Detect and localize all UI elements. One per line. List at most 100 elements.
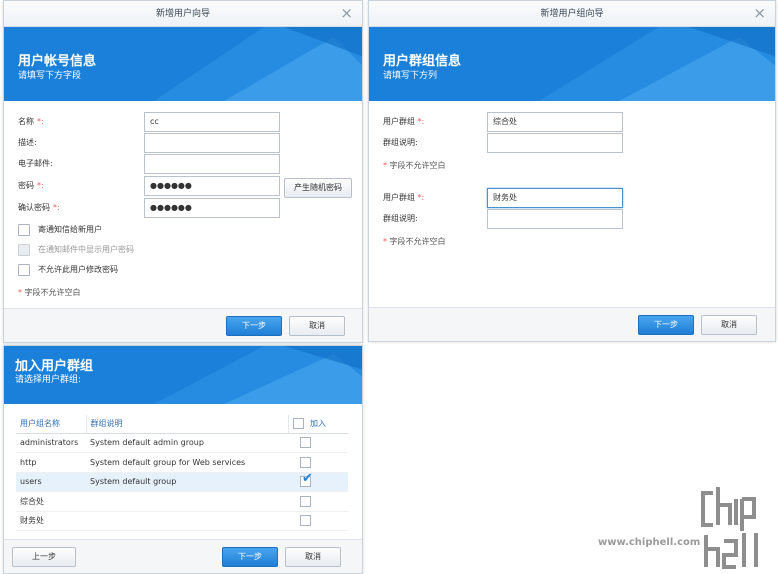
required-note: * 字段不允许空白	[383, 236, 446, 247]
group-name-cell: http	[16, 452, 86, 473]
required-star: *	[18, 288, 22, 297]
field-label-text: 密码	[18, 181, 34, 190]
join-cell	[288, 452, 348, 473]
table-row[interactable]: 综合处	[16, 491, 348, 512]
wizard-footer: 上一步 下一步 取消	[4, 539, 362, 573]
window-title: 新增用户组向导	[540, 9, 604, 19]
join-group-wizard-window: 加入用户群组 请选择用户群组: 用户组名称 群组说明 加入 administra…	[3, 345, 363, 574]
field-label: 确认密码 *:	[18, 198, 60, 218]
required-star: *:	[37, 181, 44, 190]
create-user-wizard-window: 新增用户向导 × 用户帐号信息 请填写下方字段 名称 *: cc 描述: 电子邮件: 密码…	[3, 0, 363, 343]
group-desc-input[interactable]	[487, 133, 623, 153]
group-desc-input[interactable]	[487, 209, 623, 229]
group-desc-cell: System default group	[86, 472, 288, 492]
field-label: 电子邮件:	[18, 154, 53, 174]
field-input[interactable]: ●●●●●●	[144, 176, 280, 196]
group-name-cell: 财务处	[16, 511, 86, 531]
required-note-text: 字段不允许空白	[389, 237, 446, 246]
checkbox-disallow-change-password[interactable]	[18, 264, 30, 276]
field-label-text: 电子邮件:	[18, 159, 53, 168]
field-label-text: 名称	[18, 117, 34, 126]
watermark-url: www.chiphell.com	[598, 537, 701, 548]
group-desc-cell: System default admin group	[86, 433, 288, 453]
wizard-footer: 下一步 取消	[369, 307, 775, 341]
group-desc-cell: System default group for Web services	[86, 452, 288, 473]
join-cell	[288, 433, 348, 453]
table-row[interactable]: 财务处	[16, 511, 348, 531]
window-title: 新增用户向导	[155, 9, 210, 19]
checkbox-disallow-change-password-label: 不允许此用户修改密码	[38, 265, 118, 274]
checkbox-notify-user-label: 寄通知信给新用户	[38, 225, 102, 234]
group-name-label: 用户群组 *:	[383, 112, 424, 132]
wizard-banner: 用户群组信息 请填写下方列	[369, 27, 775, 101]
join-checkbox[interactable]	[300, 456, 311, 468]
group-table: 用户组名称 群组说明 加入 administrators System defau…	[16, 415, 348, 531]
field-input[interactable]	[144, 154, 280, 174]
checkbox-show-password	[18, 244, 30, 256]
table-row[interactable]: http System default group for Web service…	[16, 452, 348, 473]
next-button[interactable]: 下一步	[222, 547, 278, 567]
join-checkbox[interactable]	[300, 515, 311, 527]
column-header-join[interactable]: 加入	[288, 415, 348, 434]
wizard-footer: 下一步 取消	[4, 308, 362, 342]
join-checkbox[interactable]	[300, 495, 311, 507]
required-star: *:	[417, 117, 425, 126]
required-star: *	[383, 237, 387, 246]
table-header-row: 用户组名称 群组说明 加入	[16, 415, 348, 434]
cancel-button[interactable]: 取消	[289, 316, 345, 336]
required-star: *:	[37, 117, 44, 126]
field-input[interactable]: cc	[144, 112, 280, 132]
banner-title: 用户群组信息	[383, 54, 462, 69]
close-icon[interactable]: ×	[340, 1, 353, 25]
banner-subtitle: 请填写下方列	[383, 71, 438, 81]
banner-title: 用户帐号信息	[18, 54, 97, 69]
next-button[interactable]: 下一步	[226, 316, 282, 336]
column-header-group-name[interactable]: 用户组名称	[16, 415, 87, 434]
required-note-text: 字段不允许空白	[389, 161, 446, 170]
random-password-button[interactable]: 产生随机密码	[284, 178, 352, 198]
title-bar: 新增用户向导 ×	[4, 1, 362, 27]
join-cell: ✔	[288, 472, 348, 492]
wizard-banner: 用户帐号信息 请填写下方字段	[4, 27, 362, 101]
group-desc-cell	[86, 491, 288, 512]
group-name-cell: users	[16, 472, 86, 492]
field-label-text: 确认密码	[18, 203, 50, 212]
field-input[interactable]: ●●●●●●	[144, 198, 280, 218]
field-label: 名称 *:	[18, 112, 44, 132]
required-note: * 字段不允许空白	[383, 160, 446, 171]
group-name-label: 用户群组 *:	[383, 188, 424, 208]
select-all-checkbox[interactable]	[292, 418, 304, 430]
chiphell-logo	[701, 487, 758, 569]
join-cell	[288, 491, 348, 512]
create-group-wizard-window: 新增用户组向导 × 用户群组信息 请填写下方列 用户群组 *: 综合处 群组说明…	[368, 0, 776, 342]
next-button[interactable]: 下一步	[638, 315, 694, 335]
table-row[interactable]: administrators System default admin group	[16, 433, 348, 453]
required-star: *	[383, 161, 387, 170]
field-label-text: 描述:	[18, 138, 37, 147]
close-icon[interactable]: ×	[753, 1, 766, 25]
group-name-label-text: 用户群组	[383, 117, 415, 126]
group-name-input[interactable]: 综合处	[487, 112, 623, 132]
field-input[interactable]	[144, 133, 280, 153]
join-header-label: 加入	[310, 419, 327, 429]
cancel-button[interactable]: 取消	[285, 547, 341, 567]
required-note: * 字段不允许空白	[18, 287, 81, 298]
group-name-cell: 综合处	[16, 491, 86, 512]
title-bar: 新增用户组向导 ×	[369, 1, 775, 27]
field-label: 描述:	[18, 133, 37, 153]
join-checkbox[interactable]	[300, 437, 311, 449]
column-header-description[interactable]: 群组说明	[86, 415, 289, 434]
join-checkbox[interactable]: ✔	[300, 472, 313, 488]
table-row[interactable]: users System default group ✔	[16, 472, 348, 492]
checkbox-show-password-label: 在通知邮件中显示用户密码	[38, 245, 134, 254]
wizard-banner: 加入用户群组 请选择用户群组:	[4, 346, 362, 404]
cancel-button[interactable]: 取消	[701, 315, 757, 335]
checkbox-notify-user[interactable]	[18, 224, 30, 236]
watermark: www.chiphell.com	[598, 485, 776, 571]
join-cell	[288, 511, 348, 531]
group-name-input[interactable]: 财务处	[487, 188, 623, 208]
prev-button[interactable]: 上一步	[12, 547, 76, 567]
group-desc-label: 群组说明:	[383, 138, 418, 147]
banner-subtitle: 请填写下方字段	[18, 71, 82, 81]
group-desc-label: 群组说明:	[383, 214, 418, 223]
